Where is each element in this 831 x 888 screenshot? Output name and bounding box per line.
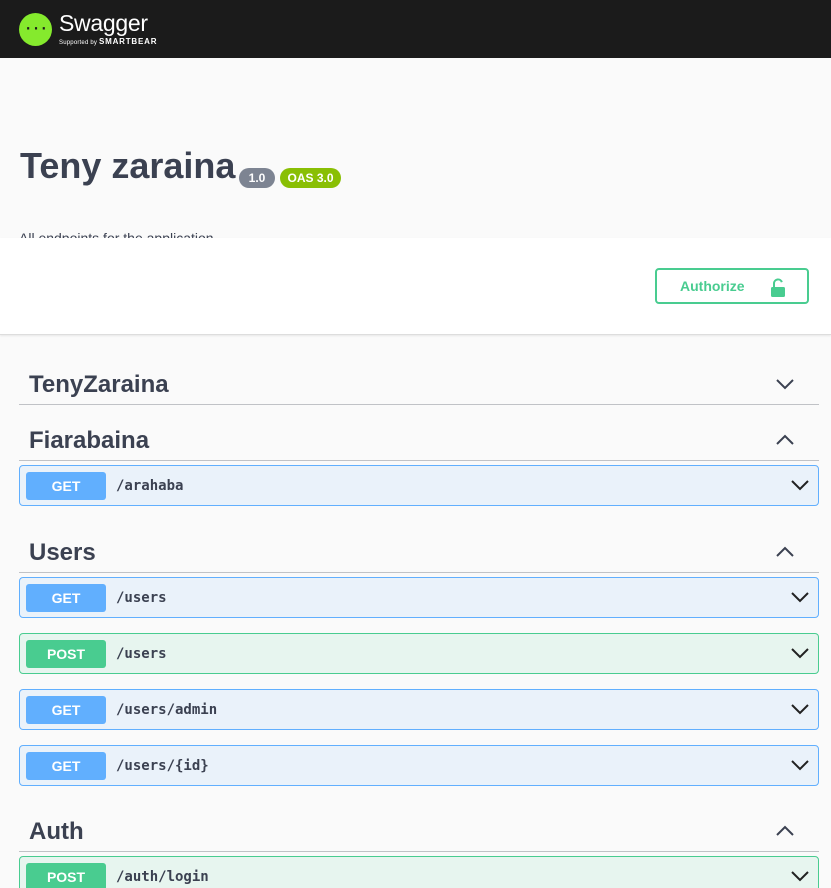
operation-path: /users/{id}	[116, 758, 209, 774]
authorize-button[interactable]: Authorize	[655, 268, 809, 304]
api-info: Teny zaraina 1.0 OAS 3.0 All endpoints f…	[0, 58, 831, 246]
chevron-down-icon	[776, 379, 794, 390]
tag-auth[interactable]: Auth	[19, 796, 819, 852]
swagger-logo-icon: {···}	[19, 12, 52, 46]
page-title: Teny zaraina	[20, 145, 236, 186]
authorize-label: Authorize	[680, 278, 745, 294]
logo-name: Swagger	[59, 10, 148, 36]
chevron-down-icon	[791, 704, 809, 715]
operation-get-arahaba[interactable]: GET /arahaba	[19, 465, 819, 506]
operation-get-users-admin[interactable]: GET /users/admin	[19, 689, 819, 730]
version-badge: 1.0	[239, 168, 275, 188]
unlock-icon	[771, 278, 785, 297]
tag-name: Users	[29, 539, 96, 566]
chevron-down-icon	[791, 648, 809, 659]
operation-path: /users	[116, 646, 167, 662]
method-badge: GET	[26, 584, 106, 612]
oas-badge: OAS 3.0	[280, 168, 341, 188]
logo-sub: Supported by SMARTBEAR	[59, 38, 157, 47]
chevron-down-icon	[791, 760, 809, 771]
logo-sub-prefix: Supported by	[59, 40, 98, 46]
tag-name: Auth	[29, 818, 84, 845]
chevron-down-icon	[791, 480, 809, 491]
method-badge: POST	[26, 863, 106, 888]
operation-post-auth-login[interactable]: POST /auth/login	[19, 856, 819, 888]
chevron-down-icon	[791, 871, 809, 882]
scheme-container: Authorize	[0, 238, 831, 335]
operation-path: /auth/login	[116, 869, 209, 885]
topbar: {···} Swagger Supported by SMARTBEAR	[0, 0, 831, 58]
tag-fiarabaina[interactable]: Fiarabaina	[19, 405, 819, 461]
svg-text:{···}: {···}	[24, 22, 48, 37]
tag-users[interactable]: Users	[19, 517, 819, 573]
operation-post-users[interactable]: POST /users	[19, 633, 819, 674]
swagger-logo[interactable]: {···} Swagger Supported by SMARTBEAR	[19, 11, 157, 47]
method-badge: POST	[26, 640, 106, 668]
operation-path: /users	[116, 590, 167, 606]
chevron-down-icon	[791, 592, 809, 603]
method-badge: GET	[26, 472, 106, 500]
logo-text: Swagger Supported by SMARTBEAR	[59, 11, 157, 47]
tag-name: TenyZaraina	[29, 371, 169, 398]
method-badge: GET	[26, 696, 106, 724]
operation-get-users[interactable]: GET /users	[19, 577, 819, 618]
tag-name: Fiarabaina	[29, 427, 150, 454]
operation-get-users-id[interactable]: GET /users/{id}	[19, 745, 819, 786]
tag-tenyzaraina[interactable]: TenyZaraina	[19, 349, 819, 405]
chevron-up-icon	[776, 434, 794, 445]
method-badge: GET	[26, 752, 106, 780]
logo-sub-brand: SMARTBEAR	[98, 37, 158, 46]
chevron-up-icon	[776, 825, 794, 836]
chevron-up-icon	[776, 546, 794, 557]
operation-path: /users/admin	[116, 702, 218, 718]
operation-path: /arahaba	[116, 478, 184, 494]
